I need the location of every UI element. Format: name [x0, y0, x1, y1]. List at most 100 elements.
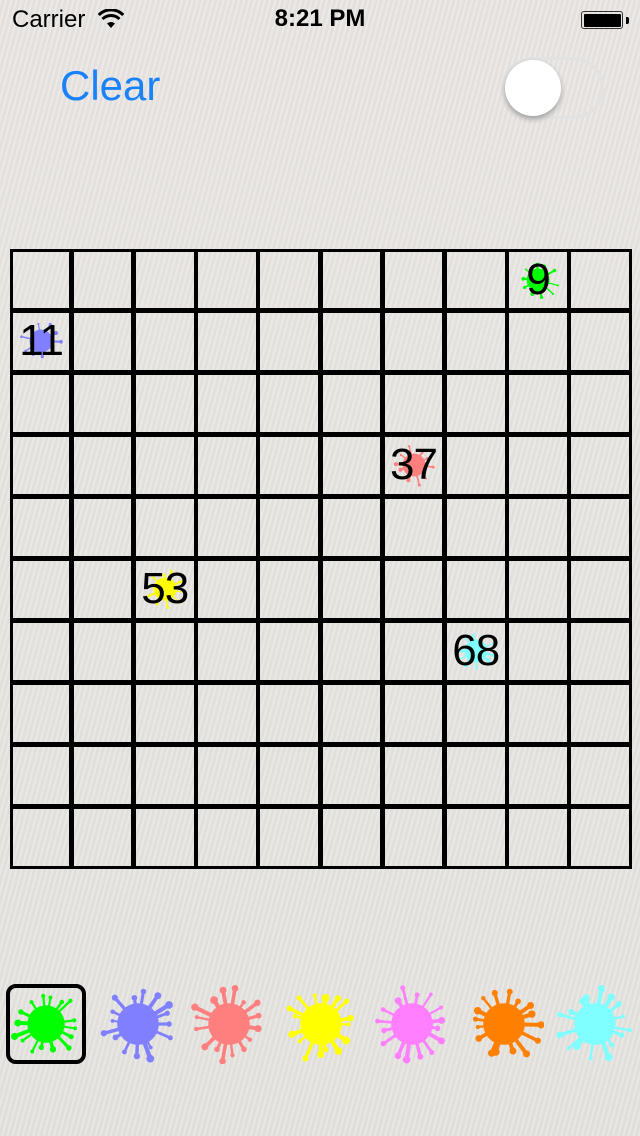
- grid-cell[interactable]: [381, 249, 446, 311]
- mode-toggle-switch[interactable]: [502, 57, 604, 119]
- grid-cell[interactable]: [568, 249, 632, 311]
- grid-cell[interactable]: 68: [443, 619, 508, 683]
- color-swatch-magenta[interactable]: [372, 984, 452, 1064]
- grid-cell[interactable]: [132, 495, 197, 559]
- grid-cell[interactable]: [70, 433, 135, 497]
- grid-cell[interactable]: [506, 743, 570, 807]
- grid-cell[interactable]: [132, 619, 197, 683]
- grid-cell[interactable]: [319, 681, 384, 745]
- grid-cell[interactable]: [506, 433, 570, 497]
- grid-cell[interactable]: [506, 371, 570, 435]
- grid-cell[interactable]: [381, 309, 446, 373]
- grid-cell[interactable]: [568, 495, 632, 559]
- grid-cell[interactable]: [257, 681, 321, 745]
- grid-cell[interactable]: [506, 557, 570, 621]
- grid-cell[interactable]: [568, 557, 632, 621]
- grid-cell[interactable]: [443, 309, 508, 373]
- grid-cell[interactable]: [132, 309, 197, 373]
- grid-cell[interactable]: [568, 743, 632, 807]
- grid-cell[interactable]: [381, 495, 446, 559]
- grid-cell[interactable]: [506, 681, 570, 745]
- grid-cell[interactable]: [319, 249, 384, 311]
- grid-cell[interactable]: [568, 309, 632, 373]
- grid-cell[interactable]: 53: [132, 557, 197, 621]
- grid-cell[interactable]: [319, 495, 384, 559]
- grid-cell[interactable]: [443, 249, 508, 311]
- color-swatch-yellow[interactable]: [281, 984, 361, 1064]
- grid-cell[interactable]: [257, 249, 321, 311]
- grid-cell[interactable]: [257, 371, 321, 435]
- grid-cell[interactable]: [443, 495, 508, 559]
- grid-cell[interactable]: [195, 805, 259, 869]
- grid-cell[interactable]: [319, 433, 384, 497]
- grid-cell[interactable]: [195, 743, 259, 807]
- grid-cell[interactable]: [257, 619, 321, 683]
- grid-cell[interactable]: [132, 433, 197, 497]
- color-swatch-orange[interactable]: [464, 984, 545, 1064]
- grid-cell[interactable]: [443, 681, 508, 745]
- grid-cell[interactable]: [70, 557, 135, 621]
- grid-cell[interactable]: [10, 433, 73, 497]
- grid-cell[interactable]: [443, 371, 508, 435]
- grid-cell[interactable]: [195, 433, 259, 497]
- color-swatch-red[interactable]: [189, 984, 269, 1065]
- grid-cell[interactable]: [506, 805, 570, 869]
- grid-cell[interactable]: [319, 805, 384, 869]
- grid-cell[interactable]: [381, 805, 446, 869]
- grid-cell[interactable]: [10, 249, 73, 311]
- grid-cell[interactable]: [381, 371, 446, 435]
- grid-cell[interactable]: [257, 805, 321, 869]
- grid-cell[interactable]: [195, 249, 259, 311]
- color-swatch-cyan[interactable]: [555, 984, 635, 1064]
- grid-cell[interactable]: [195, 309, 259, 373]
- grid-cell[interactable]: [257, 433, 321, 497]
- grid-cell[interactable]: [10, 619, 73, 683]
- color-swatch-green[interactable]: [6, 984, 86, 1064]
- color-swatch-blue[interactable]: [98, 984, 178, 1064]
- toggle-knob[interactable]: [505, 60, 561, 116]
- grid-cell[interactable]: [443, 805, 508, 869]
- grid-cell[interactable]: [506, 309, 570, 373]
- grid-cell[interactable]: [70, 249, 135, 311]
- grid-cell[interactable]: [132, 805, 197, 869]
- grid-cell[interactable]: [443, 743, 508, 807]
- grid-cell[interactable]: [319, 743, 384, 807]
- grid-cell[interactable]: [506, 495, 570, 559]
- grid-cell[interactable]: [10, 557, 73, 621]
- grid-cell[interactable]: [257, 557, 321, 621]
- grid-cell[interactable]: [319, 619, 384, 683]
- grid-cell[interactable]: [70, 805, 135, 869]
- grid-cell[interactable]: [195, 681, 259, 745]
- grid-cell[interactable]: [195, 495, 259, 559]
- grid-cell[interactable]: [319, 309, 384, 373]
- grid-cell[interactable]: [70, 743, 135, 807]
- grid-cell[interactable]: [381, 743, 446, 807]
- grid-cell[interactable]: [319, 557, 384, 621]
- grid-cell[interactable]: [132, 371, 197, 435]
- grid-cell[interactable]: [70, 681, 135, 745]
- grid-cell[interactable]: [195, 619, 259, 683]
- grid-cell[interactable]: [443, 557, 508, 621]
- grid-cell[interactable]: [70, 371, 135, 435]
- grid-cell[interactable]: [70, 495, 135, 559]
- grid-cell[interactable]: [10, 371, 73, 435]
- grid-cell[interactable]: [70, 619, 135, 683]
- grid-cell[interactable]: [568, 371, 632, 435]
- grid-cell[interactable]: [132, 249, 197, 311]
- grid-cell[interactable]: [10, 495, 73, 559]
- grid-cell[interactable]: [257, 309, 321, 373]
- grid-cell[interactable]: [257, 495, 321, 559]
- grid-cell[interactable]: [568, 805, 632, 869]
- grid-cell[interactable]: [506, 619, 570, 683]
- grid-cell[interactable]: [381, 619, 446, 683]
- grid-cell[interactable]: [70, 309, 135, 373]
- grid-cell[interactable]: 37: [381, 433, 446, 497]
- grid-cell[interactable]: [568, 619, 632, 683]
- grid-cell[interactable]: [257, 743, 321, 807]
- grid-cell[interactable]: [195, 371, 259, 435]
- grid-cell[interactable]: [132, 743, 197, 807]
- grid-cell[interactable]: [195, 557, 259, 621]
- grid-cell[interactable]: [10, 743, 73, 807]
- grid-cell[interactable]: [443, 433, 508, 497]
- grid-cell[interactable]: [10, 681, 73, 745]
